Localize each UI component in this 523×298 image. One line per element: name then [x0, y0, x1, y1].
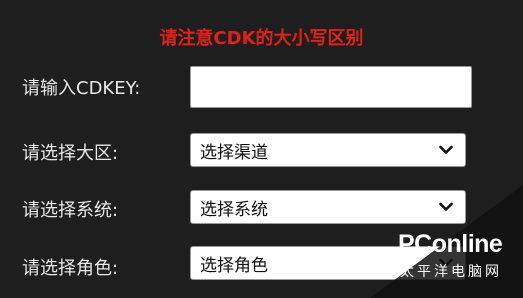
chevron-down-icon: [439, 258, 453, 267]
role-select[interactable]: 选择角色: [190, 246, 466, 280]
role-select-value: 选择角色: [200, 255, 268, 276]
cdk-case-notice: 请注意CDK的大小写区别: [159, 28, 364, 49]
system-label: 请选择系统:: [22, 200, 119, 221]
role-label: 请选择角色:: [22, 258, 119, 279]
chevron-down-icon: [439, 202, 453, 211]
chevron-down-icon: [439, 145, 453, 154]
system-select-value: 选择系统: [200, 199, 268, 220]
region-label: 请选择大区:: [22, 143, 119, 164]
cdkey-input[interactable]: [190, 66, 472, 108]
region-select-value: 选择渠道: [200, 142, 268, 163]
region-select[interactable]: 选择渠道: [190, 133, 466, 167]
system-select[interactable]: 选择系统: [190, 190, 466, 224]
cdkey-label: 请输入CDKEY:: [22, 78, 141, 99]
